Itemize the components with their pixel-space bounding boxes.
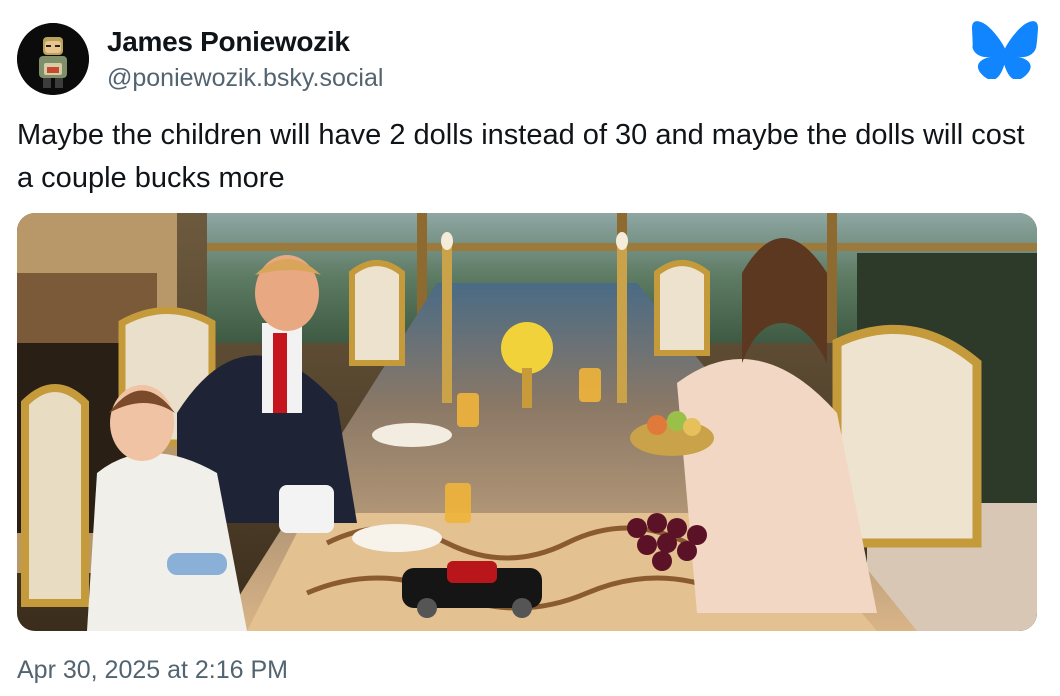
- bluesky-butterfly-icon[interactable]: [972, 21, 1038, 80]
- post-timestamp[interactable]: Apr 30, 2025 at 2:16 PM: [17, 655, 288, 685]
- author-avatar[interactable]: [17, 23, 89, 95]
- author-handle[interactable]: @poniewozik.bsky.social: [107, 63, 383, 93]
- post-text: Maybe the children will have 2 dolls ins…: [17, 119, 1025, 194]
- avatar-figure-icon: [17, 23, 89, 95]
- post-image[interactable]: [17, 213, 1037, 631]
- post-card: James Poniewozik @poniewozik.bsky.social…: [0, 0, 1060, 696]
- author-display-name[interactable]: James Poniewozik: [107, 26, 350, 58]
- photo-illustration: [17, 213, 1037, 631]
